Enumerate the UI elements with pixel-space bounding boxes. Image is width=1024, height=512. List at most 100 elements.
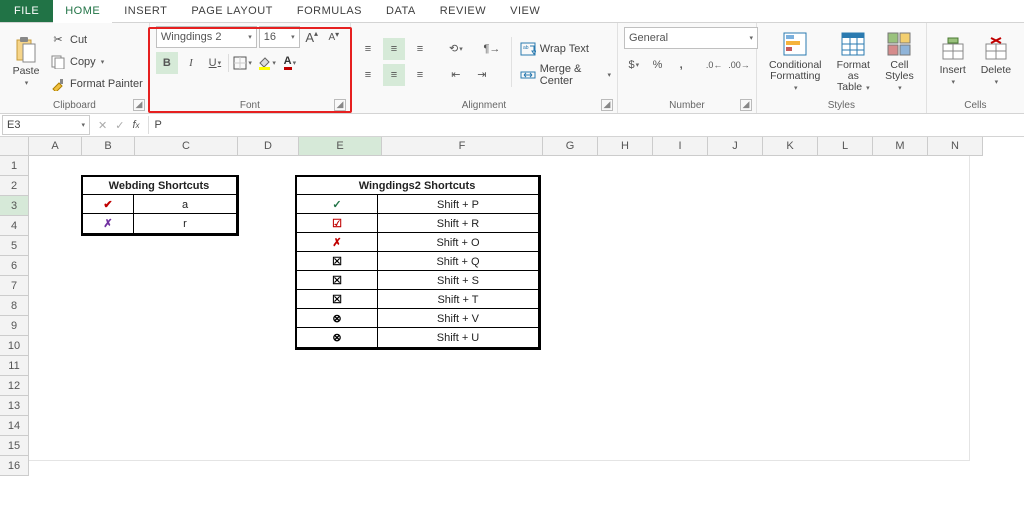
- cell[interactable]: [29, 289, 82, 309]
- font-size-select[interactable]: 16▾: [259, 26, 300, 48]
- cell[interactable]: [915, 365, 970, 385]
- merge-center-button[interactable]: Merge & Center▾: [520, 65, 611, 85]
- cell[interactable]: [537, 156, 592, 176]
- col-header-M[interactable]: M: [873, 137, 928, 156]
- cell[interactable]: [591, 365, 646, 385]
- cell[interactable]: [29, 327, 82, 347]
- name-box[interactable]: E3▾: [2, 115, 90, 135]
- cell[interactable]: [645, 175, 700, 195]
- cell[interactable]: [861, 270, 916, 290]
- cell[interactable]: ✓: [295, 194, 379, 215]
- col-header-G[interactable]: G: [543, 137, 598, 156]
- cell[interactable]: [81, 422, 134, 442]
- cell[interactable]: [753, 384, 808, 404]
- cell[interactable]: ⊗: [295, 308, 379, 329]
- cell[interactable]: [807, 232, 862, 252]
- cell[interactable]: [699, 156, 754, 176]
- format-as-table-button[interactable]: Format asTable ▾: [830, 30, 878, 94]
- col-header-K[interactable]: K: [763, 137, 818, 156]
- cell[interactable]: [807, 403, 862, 423]
- cell[interactable]: [81, 403, 134, 423]
- cell[interactable]: [133, 346, 236, 366]
- cell[interactable]: [133, 270, 236, 290]
- conditional-formatting-button[interactable]: ConditionalFormatting ▾: [763, 30, 828, 94]
- cell[interactable]: [861, 441, 916, 461]
- cell[interactable]: [591, 403, 646, 423]
- cell[interactable]: [807, 422, 862, 442]
- cell[interactable]: [915, 308, 970, 328]
- cell[interactable]: [29, 365, 82, 385]
- cell[interactable]: [645, 156, 700, 176]
- cell[interactable]: [81, 232, 134, 252]
- cell[interactable]: [29, 441, 82, 461]
- cell[interactable]: [699, 422, 754, 442]
- row-header-5[interactable]: 5: [0, 236, 29, 256]
- cell[interactable]: [807, 156, 862, 176]
- underline-button[interactable]: U▾: [204, 52, 226, 74]
- cell[interactable]: Webding Shortcuts: [81, 175, 237, 196]
- cell[interactable]: [861, 365, 916, 385]
- accounting-button[interactable]: $▾: [624, 54, 644, 76]
- cell[interactable]: [377, 422, 538, 442]
- number-format-select[interactable]: General▾: [624, 27, 758, 49]
- row-header-11[interactable]: 11: [0, 356, 29, 376]
- cell[interactable]: [537, 289, 592, 309]
- tab-page-layout[interactable]: PAGE LAYOUT: [179, 0, 285, 22]
- col-header-N[interactable]: N: [928, 137, 983, 156]
- cell[interactable]: [699, 194, 754, 214]
- cell[interactable]: [235, 175, 296, 195]
- cell[interactable]: ✔: [81, 194, 135, 215]
- cell[interactable]: ☑: [295, 213, 379, 234]
- cell[interactable]: Shift + S: [377, 270, 539, 291]
- cell[interactable]: [295, 156, 378, 176]
- cell[interactable]: [29, 308, 82, 328]
- cell[interactable]: [29, 194, 82, 214]
- cell[interactable]: [133, 232, 236, 252]
- cell[interactable]: [235, 365, 296, 385]
- cell[interactable]: [377, 403, 538, 423]
- cell[interactable]: [235, 213, 296, 233]
- cell[interactable]: [591, 346, 646, 366]
- cell[interactable]: [699, 308, 754, 328]
- cell[interactable]: [537, 422, 592, 442]
- decrease-font-button[interactable]: A▾: [324, 26, 344, 48]
- cell[interactable]: [235, 422, 296, 442]
- cell[interactable]: [133, 422, 236, 442]
- cell[interactable]: [235, 270, 296, 290]
- cell[interactable]: [591, 213, 646, 233]
- cell[interactable]: Shift + U: [377, 327, 539, 348]
- cell[interactable]: [699, 346, 754, 366]
- cell[interactable]: [591, 327, 646, 347]
- cell[interactable]: [699, 251, 754, 271]
- cell[interactable]: [645, 213, 700, 233]
- cell[interactable]: [699, 175, 754, 195]
- cell[interactable]: [861, 308, 916, 328]
- cut-button[interactable]: ✂Cut: [50, 30, 143, 50]
- cell[interactable]: [861, 422, 916, 442]
- cell[interactable]: [915, 346, 970, 366]
- cell[interactable]: [753, 346, 808, 366]
- cell[interactable]: [591, 384, 646, 404]
- row-header-12[interactable]: 12: [0, 376, 29, 396]
- cell[interactable]: [645, 327, 700, 347]
- row-header-16[interactable]: 16: [0, 456, 29, 476]
- cell[interactable]: [861, 194, 916, 214]
- cell[interactable]: [591, 194, 646, 214]
- cell[interactable]: [645, 365, 700, 385]
- cell[interactable]: [807, 289, 862, 309]
- col-header-B[interactable]: B: [82, 137, 135, 156]
- cell[interactable]: [861, 175, 916, 195]
- select-all-corner[interactable]: [0, 137, 29, 156]
- tab-view[interactable]: VIEW: [498, 0, 552, 22]
- cell[interactable]: [861, 346, 916, 366]
- col-header-I[interactable]: I: [653, 137, 708, 156]
- cell[interactable]: [29, 251, 82, 271]
- decrease-indent-button[interactable]: ⇤: [445, 64, 467, 86]
- cell[interactable]: [537, 346, 592, 366]
- cell[interactable]: [753, 156, 808, 176]
- row-header-3[interactable]: 3: [0, 196, 29, 216]
- cell[interactable]: [699, 213, 754, 233]
- cell[interactable]: [235, 346, 296, 366]
- cell[interactable]: [537, 384, 592, 404]
- cell[interactable]: ☒: [295, 289, 379, 310]
